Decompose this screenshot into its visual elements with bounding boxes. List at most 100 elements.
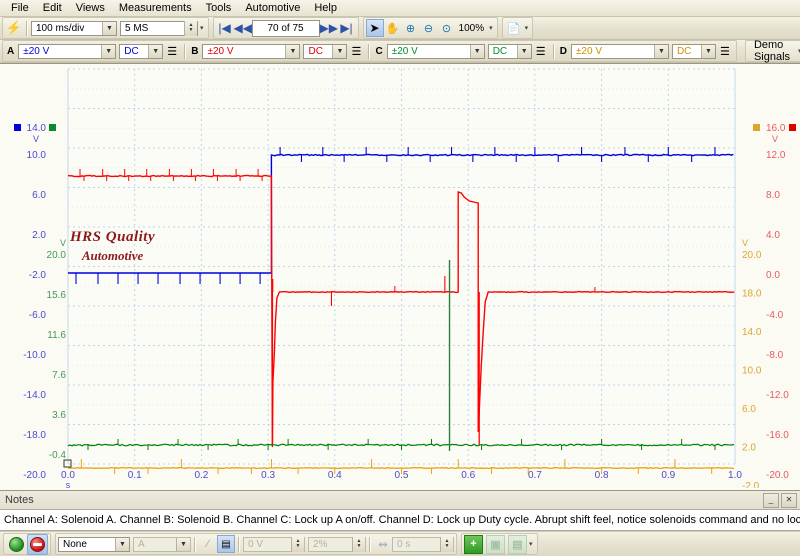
menu-item-file[interactable]: File <box>4 1 36 16</box>
divider <box>368 43 371 59</box>
chevron-down-icon[interactable]: ▼ <box>148 44 163 58</box>
channel-d-options-icon[interactable]: ☰ <box>716 42 734 60</box>
menu-item-measurements[interactable]: Measurements <box>112 1 199 16</box>
chevron-down-icon[interactable]: ▼ <box>700 44 715 58</box>
svg-text:7.6: 7.6 <box>52 370 66 381</box>
samples-stepper[interactable]: ▲ ▼ <box>184 20 197 36</box>
close-icon[interactable]: ✕ <box>781 493 797 508</box>
capture-buttons-group <box>3 533 51 555</box>
trigger-channel-value: A <box>138 538 145 550</box>
menu-item-automotive[interactable]: Automotive <box>238 1 307 16</box>
menu-item-edit[interactable]: Edit <box>36 1 69 16</box>
zoom-in-icon[interactable]: ⊕ <box>402 19 420 37</box>
help-overflow-icon[interactable]: ▾ <box>523 24 531 32</box>
start-capture-icon[interactable] <box>6 534 27 555</box>
channel-d-range-select[interactable]: ±20 V ▼ <box>570 43 669 59</box>
trigger-level-stepper[interactable]: ▲ ▼ <box>291 536 304 552</box>
chevron-down-icon[interactable]: ▼ <box>516 44 531 58</box>
channel-b-coupling-select[interactable]: DC ▼ <box>303 43 348 59</box>
channel-controls-group: A ±20 V ▼ DC ▼ ☰ B ±20 V ▼ DC ▼ ☰ C ±20 … <box>2 40 737 62</box>
timebase-select[interactable]: 100 ms/div ▼ <box>31 20 117 36</box>
timebase-overflow-icon[interactable]: ▾ <box>198 24 206 32</box>
hand-icon[interactable]: ✋ <box>384 19 402 37</box>
signal-source-label[interactable]: Demo Signals <box>748 39 796 63</box>
lightning-icon[interactable]: ⚡ <box>5 19 23 37</box>
help-page-icon[interactable]: 📄 <box>505 19 523 37</box>
zoom-overflow-icon[interactable]: ▾ <box>487 24 495 32</box>
menu-item-tools[interactable]: Tools <box>199 1 239 16</box>
channel-a-coupling-select[interactable]: DC ▼ <box>119 43 164 59</box>
svg-text:0.7: 0.7 <box>528 470 542 481</box>
channel-b-options-icon[interactable]: ☰ <box>347 42 365 60</box>
trigger-mode-select[interactable]: None ▼ <box>58 536 130 552</box>
svg-text:18.0: 18.0 <box>742 289 762 300</box>
svg-text:-14.0: -14.0 <box>23 390 46 401</box>
menu-item-views[interactable]: Views <box>69 1 112 16</box>
svg-text:-20.0: -20.0 <box>766 470 789 481</box>
chevron-down-icon[interactable]: ▼ <box>469 44 484 58</box>
divider <box>184 43 187 59</box>
picoscope-window: File Edit Views Measurements Tools Autom… <box>0 0 800 556</box>
channel-b-range-select[interactable]: ±20 V ▼ <box>202 43 301 59</box>
pretrigger-delay-input[interactable]: 0 s ▲ ▼ <box>392 536 454 552</box>
trigger-channel-select[interactable]: A ▼ <box>133 536 191 552</box>
open-icon[interactable]: ▤ <box>508 534 527 554</box>
channel-a-options-icon[interactable]: ☰ <box>163 42 181 60</box>
trigger-hysteresis-stepper[interactable]: ▲ ▼ <box>352 536 365 552</box>
channel-c-coupling-value: DC <box>492 45 508 57</box>
add-icon[interactable]: + <box>464 534 483 554</box>
pretrigger-icon[interactable]: ↭ <box>374 535 392 553</box>
chevron-down-icon[interactable]: ▼ <box>176 537 190 551</box>
advanced-trigger-icon[interactable]: ▤ <box>217 535 235 553</box>
trigger-level-input[interactable]: 0 V ▲ ▼ <box>243 536 305 552</box>
svg-text:-2.0: -2.0 <box>742 481 760 488</box>
svg-text:0.2: 0.2 <box>194 470 208 481</box>
zoom-level: 100% <box>458 22 485 34</box>
last-waveform-button[interactable]: ▶| <box>338 21 356 35</box>
menu-item-help[interactable]: Help <box>307 1 344 16</box>
minimize-icon[interactable]: _ <box>763 493 779 508</box>
channel-c-range-select[interactable]: ±20 V ▼ <box>386 43 485 59</box>
chevron-down-icon[interactable]: ▾ <box>796 47 800 55</box>
divider <box>369 536 371 552</box>
trigger-hysteresis-input[interactable]: 2% ▲ ▼ <box>308 536 366 552</box>
signal-source-group: Demo Signals ▾ <box>744 39 800 63</box>
buffer-overflow-icon[interactable]: ▾ <box>527 540 535 548</box>
save-icon[interactable]: ▣ <box>486 534 505 554</box>
previous-waveform-button[interactable]: ◀◀ <box>234 21 252 35</box>
waveform-plot[interactable]: 14.0V16.0V10.06.02.0-2.0-6.0-10.0-14.0-1… <box>0 64 800 488</box>
svg-text:V: V <box>33 134 39 144</box>
channel-c-coupling-select[interactable]: DC ▼ <box>487 43 532 59</box>
svg-text:-2.0: -2.0 <box>29 270 47 281</box>
svg-text:V: V <box>742 238 748 248</box>
svg-text:10.0: 10.0 <box>742 366 762 377</box>
chevron-down-icon[interactable]: ▼ <box>102 21 116 35</box>
channel-a-range-value: ±20 V <box>23 45 50 57</box>
channel-c-options-icon[interactable]: ☰ <box>532 42 550 60</box>
chevron-down-icon[interactable]: ▼ <box>332 44 347 58</box>
svg-text:-18.0: -18.0 <box>23 430 46 441</box>
stop-capture-icon[interactable] <box>27 533 48 555</box>
svg-text:2.0: 2.0 <box>32 230 46 241</box>
zoom-fit-icon[interactable]: ⊙ <box>438 19 456 37</box>
svg-text:-12.0: -12.0 <box>766 390 789 401</box>
pretrigger-delay-stepper[interactable]: ▲ ▼ <box>440 536 453 552</box>
timebase-value: 100 ms/div <box>36 22 85 34</box>
waveform-position[interactable]: 70 of 75 <box>251 19 320 37</box>
first-waveform-button[interactable]: |◀ <box>216 21 234 35</box>
rising-edge-icon[interactable]: ∕ <box>199 535 217 553</box>
chevron-down-icon[interactable]: ▼ <box>285 44 300 58</box>
notes-text[interactable]: Channel A: Solenoid A. Channel B: Soleno… <box>0 509 800 531</box>
navigation-group: |◀ ◀◀ 70 of 75 ▶▶ ▶| <box>212 17 359 39</box>
chevron-down-icon[interactable]: ▼ <box>101 44 116 58</box>
chevron-down-icon[interactable]: ▼ <box>115 537 129 551</box>
samples-select[interactable]: 5 MS ▲ ▼ <box>120 20 198 36</box>
scope-graph[interactable]: 14.0 V 16.0 V 10.0 6.0 2.0 -2.0 -6.0 -10.0 -14.0 -1… <box>0 63 800 490</box>
zoom-out-icon[interactable]: ⊖ <box>420 19 438 37</box>
next-waveform-button[interactable]: ▶▶ <box>320 21 338 35</box>
pointer-icon[interactable]: ➤ <box>365 19 384 37</box>
divider <box>194 536 196 552</box>
chevron-down-icon[interactable]: ▼ <box>653 44 668 58</box>
channel-a-range-select[interactable]: ±20 V ▼ <box>18 43 117 59</box>
channel-d-coupling-select[interactable]: DC ▼ <box>671 43 716 59</box>
